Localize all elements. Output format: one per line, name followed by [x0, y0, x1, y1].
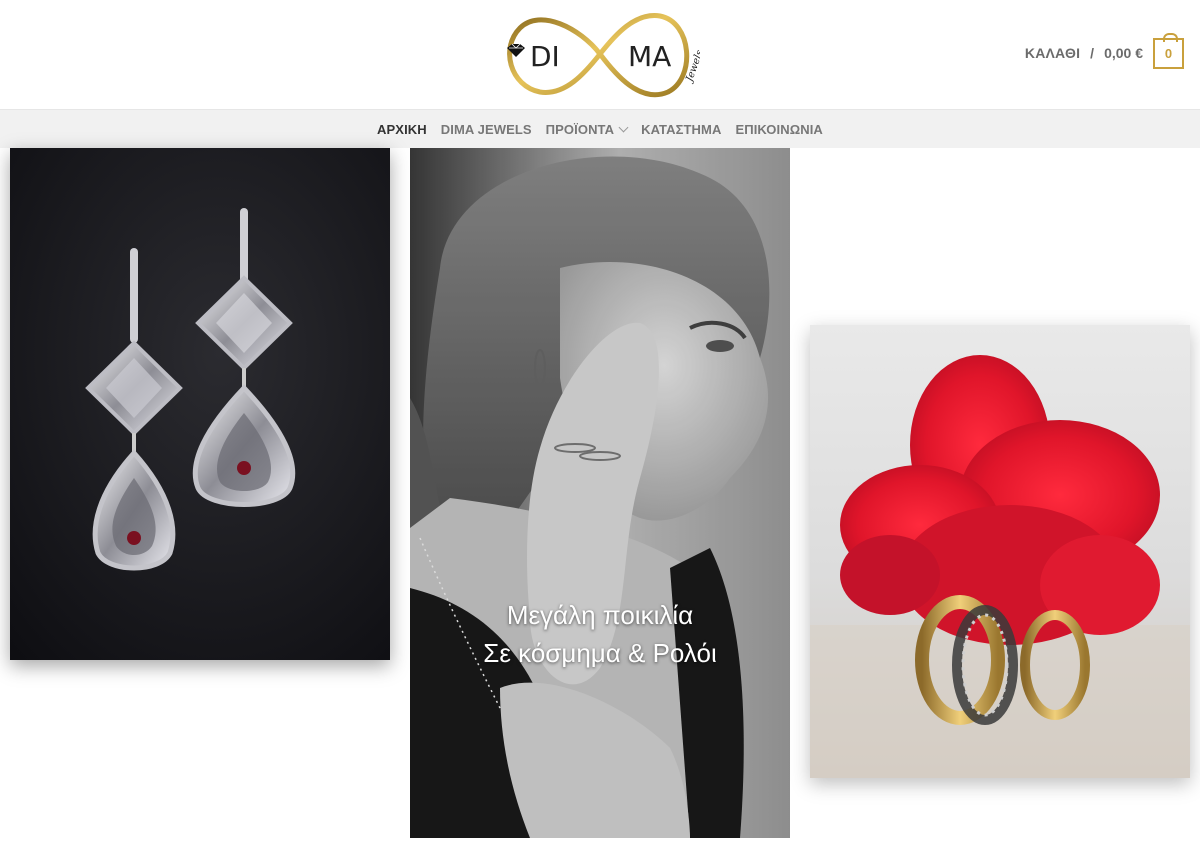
shopping-bag-icon[interactable]: 0	[1153, 32, 1184, 69]
promo-line-2: Σε κόσμημα & Ρολόι	[483, 638, 717, 668]
cart-label: ΚΑΛΑΘΙ	[1024, 45, 1081, 61]
nav-item-label: ΕΠΙΚΟΙΝΩΝΙΑ	[735, 121, 823, 137]
nav-item-label: DIMA JEWELS	[440, 121, 532, 137]
nav-item-home[interactable]: ΑΡΧΙΚΗ	[370, 122, 434, 137]
nav-item-products[interactable]: ΠΡΟΪΟΝΤΑ	[539, 122, 634, 137]
cart-count: 0	[1164, 45, 1173, 61]
nav-item-label: ΠΡΟΪΟΝΤΑ	[545, 121, 615, 137]
promo-text: Μεγάλη ποικιλία Σε κόσμημα & Ρολόι	[410, 596, 790, 672]
model-portrait-image	[410, 148, 790, 838]
model-banner[interactable]: Μεγάλη ποικιλία Σε κόσμημα & Ρολόι	[410, 148, 790, 838]
wedding-rings-image	[810, 325, 1190, 778]
logo-text-left: DI	[530, 40, 560, 73]
nav-item-label: ΚΑΤΑΣΤΗΜΑ	[641, 121, 722, 137]
nav-item-label: ΑΡΧΙΚΗ	[377, 121, 427, 137]
chevron-down-icon	[618, 122, 629, 132]
nav-item-store[interactable]: ΚΑΤΑΣΤΗΜΑ	[634, 122, 728, 137]
logo-text-right: MA	[628, 40, 671, 73]
earrings-banner[interactable]	[10, 148, 390, 660]
nav-item-dima-jewels[interactable]: DIMA JEWELS	[434, 122, 539, 137]
cart-total: 0,00 €	[1104, 45, 1143, 61]
rings-banner[interactable]	[810, 325, 1190, 778]
earrings-image	[10, 148, 390, 660]
dima-jewels-logo[interactable]: DI MA Jewels	[500, 8, 700, 100]
cart-separator: /	[1090, 45, 1095, 61]
promo-line-1: Μεγάλη ποικιλία	[506, 600, 694, 630]
main-nav: ΑΡΧΙΚΗ DIMA JEWELS ΠΡΟΪΟΝΤΑ ΚΑΤΑΣΤΗΜΑ ΕΠ…	[0, 109, 1200, 148]
nav-item-contact[interactable]: ΕΠΙΚΟΙΝΩΝΙΑ	[728, 122, 830, 137]
cart-link[interactable]: ΚΑΛΑΘΙ / 0,00 € 0	[1024, 32, 1184, 69]
site-header: DI MA Jewels ΚΑΛΑΘΙ / 0,00 € 0	[0, 0, 1200, 109]
